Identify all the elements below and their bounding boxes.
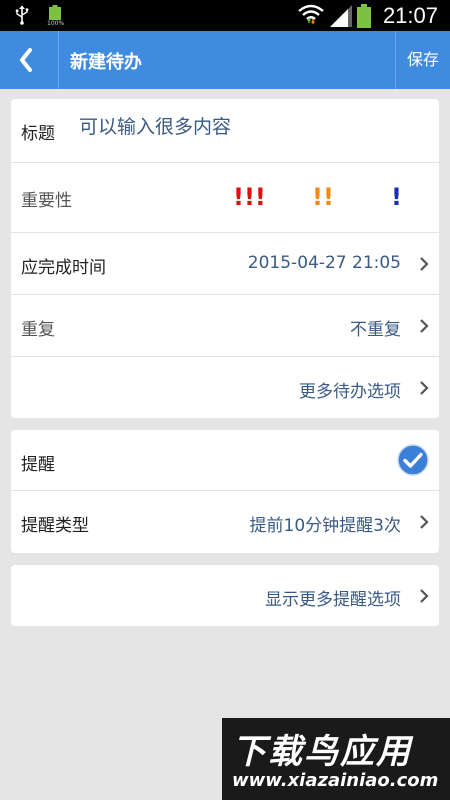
usb-icon — [14, 5, 30, 29]
due-time-value: 2015-04-27 21:05 — [247, 253, 401, 273]
reminder-label: 提醒 — [21, 455, 55, 475]
chevron-right-icon — [420, 319, 429, 333]
importance-low-option[interactable]: ! — [391, 183, 402, 211]
save-button[interactable]: 保存 — [396, 31, 450, 89]
watermark-url: www.xiazainiao.com — [232, 770, 439, 791]
reminder-row: 提醒 — [11, 430, 439, 491]
repeat-value: 不重复 — [350, 320, 401, 340]
reminder-type-row[interactable]: 提醒类型 提前10分钟提醒3次 — [11, 491, 439, 553]
title-label: 标题 — [21, 124, 55, 144]
more-todo-options-row[interactable]: 更多待办选项 — [11, 357, 439, 418]
chevron-left-icon — [20, 48, 32, 72]
importance-high-option[interactable]: !!! — [233, 183, 266, 211]
more-todo-options-link: 更多待办选项 — [299, 382, 401, 402]
due-time-row[interactable]: 应完成时间 2015-04-27 21:05 — [11, 233, 439, 295]
chevron-right-icon — [420, 589, 429, 603]
wifi-icon — [298, 4, 324, 30]
watermark: 下载鸟应用 www.xiazainiao.com — [222, 718, 450, 800]
reminder-type-label: 提醒类型 — [21, 516, 89, 536]
header-divider — [58, 31, 59, 89]
importance-label: 重要性 — [21, 191, 72, 211]
reminder-type-value: 提前10分钟提醒3次 — [249, 516, 401, 536]
watermark-title: 下载鸟应用 — [232, 732, 412, 772]
chevron-right-icon — [420, 515, 429, 529]
importance-medium-option[interactable]: !! — [312, 183, 334, 211]
battery-icon — [356, 4, 372, 32]
battery-percent: 100% — [47, 20, 65, 27]
repeat-label: 重复 — [21, 320, 55, 340]
back-button[interactable] — [0, 31, 58, 89]
importance-row: 重要性 !!! !! ! — [11, 163, 439, 233]
chevron-right-icon — [420, 257, 429, 271]
reminder-checkbox[interactable] — [397, 444, 429, 476]
clock: 21:07 — [382, 3, 438, 28]
signal-icon — [330, 5, 352, 31]
app-header: 新建待办 保存 — [0, 31, 450, 89]
title-input[interactable] — [79, 116, 419, 138]
status-bar: 100% 21:07 — [0, 0, 450, 31]
page-title: 新建待办 — [70, 52, 142, 73]
chevron-right-icon — [420, 381, 429, 395]
due-time-label: 应完成时间 — [21, 258, 106, 278]
reminder-card: 提醒 提醒类型 提前10分钟提醒3次 — [11, 430, 439, 553]
todo-form-card: 标题 重要性 !!! !! ! 应完成时间 2015-04-27 21:05 重… — [11, 99, 439, 418]
repeat-row[interactable]: 重复 不重复 — [11, 295, 439, 357]
more-reminder-options-card: 显示更多提醒选项 — [11, 565, 439, 626]
more-reminder-options-row[interactable]: 显示更多提醒选项 — [11, 565, 439, 626]
more-reminder-options-link: 显示更多提醒选项 — [265, 590, 401, 610]
title-row: 标题 — [11, 99, 439, 163]
